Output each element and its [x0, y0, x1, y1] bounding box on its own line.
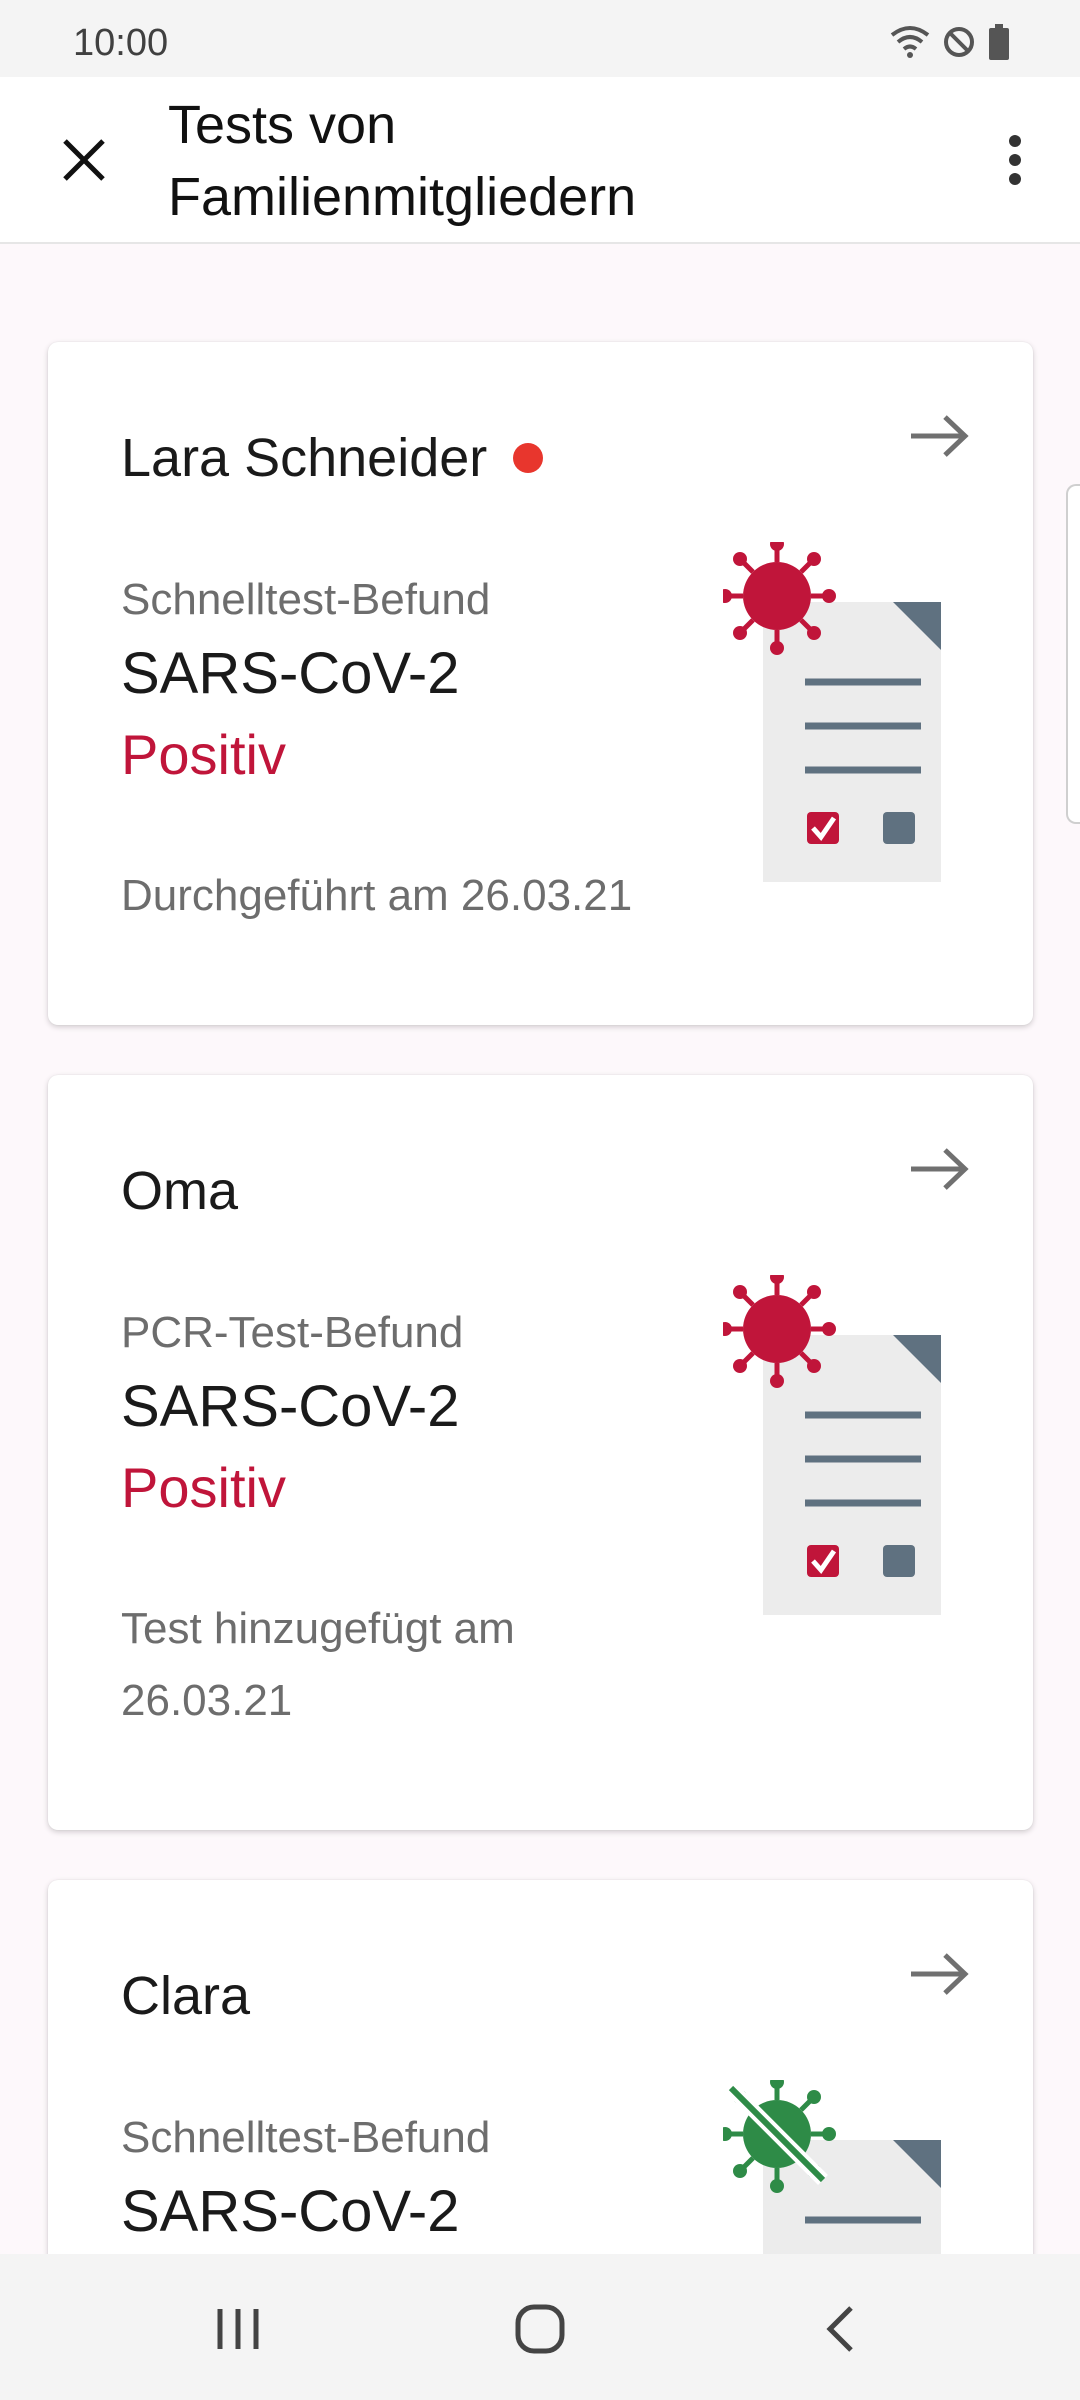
arrow-right-icon[interactable] — [907, 1145, 971, 1193]
back-icon — [826, 2306, 853, 2352]
person-name-text: Oma — [121, 1161, 239, 1221]
family-test-card-1[interactable]: Lara Schneider Schnelltest-Befund SARS-C… — [48, 342, 1033, 1025]
close-button[interactable] — [52, 128, 116, 192]
status-time: 10:00 — [73, 22, 169, 64]
test-date-label: Test hinzugefügt am 26.03.21 — [121, 1593, 681, 1737]
system-navigation-bar — [0, 2254, 1080, 2400]
family-test-card-2[interactable]: Oma PCR-Test-Befund SARS-CoV-2 Positiv T… — [48, 1075, 1033, 1830]
more-vert-icon — [1009, 135, 1021, 185]
arrow-right-icon[interactable] — [907, 412, 971, 460]
overflow-menu-button[interactable] — [990, 128, 1040, 192]
test-result-label: Positiv — [121, 1456, 286, 1519]
recent-apps-button[interactable] — [203, 2294, 273, 2364]
status-icons — [890, 24, 1010, 60]
close-icon — [63, 139, 105, 181]
arrow-right-icon[interactable] — [907, 1950, 971, 1998]
test-result-label: Positiv — [121, 723, 286, 786]
page-title-line2: Familienmitgliedern — [168, 167, 637, 227]
wifi-icon — [890, 26, 930, 58]
pathogen-label: SARS-CoV-2 — [121, 641, 460, 706]
test-date-line1: Durchgeführt am 26.03.21 — [121, 871, 633, 920]
back-button[interactable] — [805, 2294, 875, 2364]
app-bar: Tests von Familienmitgliedern — [0, 77, 1080, 244]
person-name-text: Lara Schneider — [121, 428, 488, 488]
test-date-label: Durchgeführt am 26.03.21 — [121, 860, 681, 932]
positive-test-icon — [723, 1275, 941, 1615]
home-icon — [515, 2304, 565, 2354]
test-date-line1: Test hinzugefügt am — [121, 1604, 515, 1653]
test-type-label: Schnelltest-Befund — [121, 575, 491, 624]
card-person-name: Clara — [121, 1965, 250, 2027]
page-title: Tests von Familienmitgliedern — [168, 89, 868, 233]
card-person-name: Oma — [121, 1160, 238, 1222]
scroll-handle[interactable] — [1066, 484, 1080, 824]
test-date-line2: 26.03.21 — [121, 1676, 293, 1725]
pathogen-label: SARS-CoV-2 — [121, 1374, 460, 1439]
person-name-text: Clara — [121, 1966, 251, 2026]
do-not-disturb-icon — [944, 27, 974, 57]
positive-test-icon — [723, 542, 941, 882]
battery-icon — [989, 24, 1009, 60]
status-bar: 10:00 — [0, 0, 1080, 77]
test-type-label: Schnelltest-Befund — [121, 2113, 491, 2162]
recent-apps-icon — [217, 2309, 259, 2349]
new-result-badge — [513, 443, 544, 473]
pathogen-label: SARS-CoV-2 — [121, 2179, 460, 2244]
page-title-line1: Tests von — [168, 95, 397, 155]
home-button[interactable] — [505, 2294, 575, 2364]
test-type-label: PCR-Test-Befund — [121, 1308, 464, 1357]
card-person-name: Lara Schneider — [121, 427, 544, 489]
